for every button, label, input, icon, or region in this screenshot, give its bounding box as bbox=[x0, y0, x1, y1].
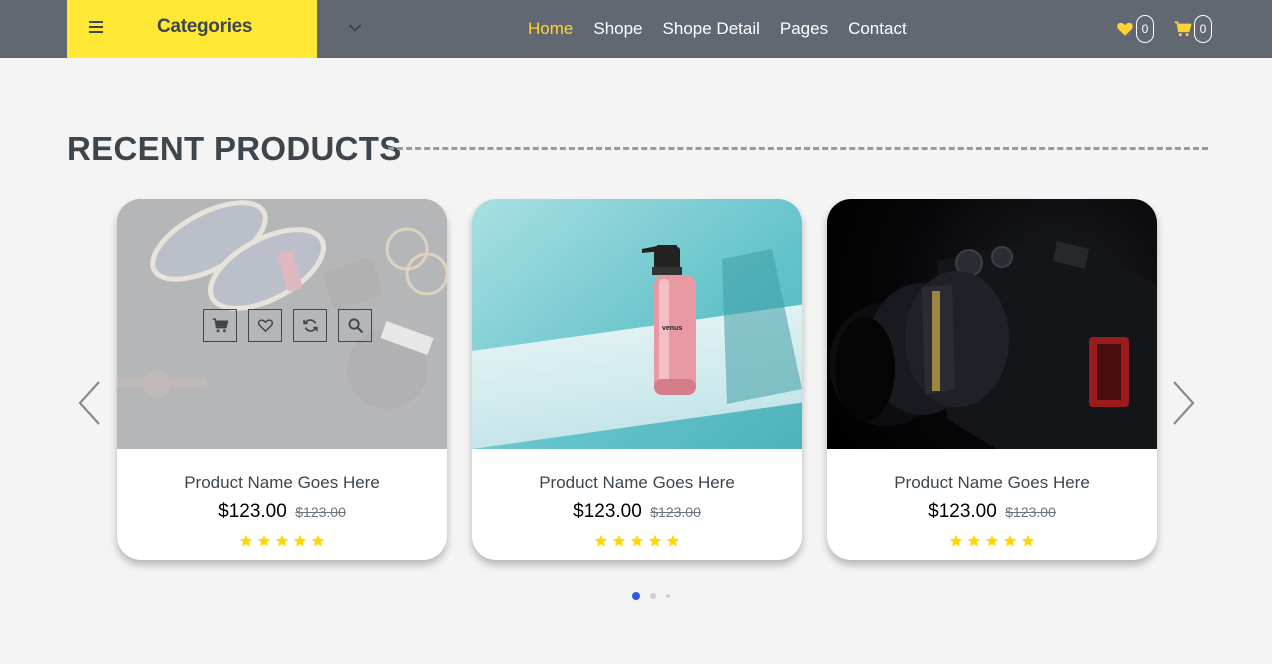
cart-button[interactable]: 0 bbox=[1174, 15, 1212, 43]
star-icon bbox=[1021, 534, 1035, 547]
star-icon bbox=[648, 534, 662, 547]
chevron-left-icon[interactable] bbox=[75, 378, 105, 428]
star-icon bbox=[594, 534, 608, 547]
cart-icon bbox=[1174, 21, 1192, 37]
star-icon bbox=[311, 534, 325, 547]
categories-dropdown[interactable]: Categories bbox=[67, 0, 361, 58]
star-icon bbox=[612, 534, 626, 547]
menu-icon bbox=[89, 21, 103, 35]
cart-icon bbox=[212, 318, 228, 333]
quick-view-button[interactable] bbox=[338, 309, 372, 342]
svg-text:venus: venus bbox=[662, 325, 682, 332]
rating-stars bbox=[827, 534, 1157, 553]
product-image[interactable]: venus bbox=[472, 199, 802, 449]
wishlist-button[interactable]: 0 bbox=[1116, 15, 1154, 43]
star-icon bbox=[666, 534, 680, 547]
nav-shop-detail-link[interactable]: Shope Detail bbox=[663, 19, 760, 39]
carousel-dot-3[interactable] bbox=[666, 594, 670, 598]
star-icon bbox=[949, 534, 963, 547]
section-title: RECENT PRODUCTS bbox=[67, 130, 402, 167]
rating-stars bbox=[472, 534, 802, 553]
product-price: $123.00 bbox=[573, 501, 642, 522]
compare-button[interactable] bbox=[293, 309, 327, 342]
heart-icon bbox=[257, 319, 273, 333]
carousel-dot-2[interactable] bbox=[650, 593, 656, 599]
rating-stars bbox=[117, 534, 447, 553]
product-old-price: $123.00 bbox=[295, 504, 346, 520]
product-info: Product Name Goes Here $123.00 $123.00 bbox=[472, 449, 802, 560]
nav-contact-link[interactable]: Contact bbox=[848, 19, 907, 39]
product-old-price: $123.00 bbox=[650, 504, 701, 520]
add-to-wishlist-button[interactable] bbox=[248, 309, 282, 342]
add-to-cart-button[interactable] bbox=[203, 309, 237, 342]
top-navbar: Categories Home Shope Shope Detail Pages… bbox=[0, 0, 1272, 58]
product-actions bbox=[203, 309, 383, 342]
star-icon bbox=[985, 534, 999, 547]
nav-shop-link[interactable]: Shope bbox=[593, 19, 642, 39]
star-icon bbox=[239, 534, 253, 547]
product-name[interactable]: Product Name Goes Here bbox=[827, 473, 1157, 493]
camera-image bbox=[829, 241, 1157, 449]
chevron-down-icon bbox=[349, 24, 361, 32]
chevron-right-icon[interactable] bbox=[1168, 378, 1198, 428]
carousel-pagination bbox=[632, 592, 680, 600]
price-row: $123.00 $123.00 bbox=[117, 501, 447, 523]
product-card[interactable]: venus Product Name Goes Here $123.00 $12… bbox=[472, 199, 802, 560]
star-icon bbox=[1003, 534, 1017, 547]
price-row: $123.00 $123.00 bbox=[472, 501, 802, 523]
heart-icon bbox=[1117, 22, 1133, 36]
product-card[interactable]: Product Name Goes Here $123.00 $123.00 bbox=[117, 199, 447, 560]
product-image[interactable] bbox=[117, 199, 447, 449]
title-divider bbox=[388, 147, 1208, 150]
product-card[interactable]: Product Name Goes Here $123.00 $123.00 bbox=[827, 199, 1157, 560]
nav-pages-link[interactable]: Pages bbox=[780, 19, 828, 39]
categories-label: Categories bbox=[157, 16, 253, 37]
product-image[interactable] bbox=[827, 199, 1157, 449]
wishlist-count-badge: 0 bbox=[1136, 15, 1154, 43]
star-icon bbox=[630, 534, 644, 547]
refresh-icon bbox=[302, 319, 318, 332]
product-info: Product Name Goes Here $123.00 $123.00 bbox=[827, 449, 1157, 560]
product-price: $123.00 bbox=[218, 501, 287, 522]
carousel-dot-1[interactable] bbox=[632, 592, 640, 600]
product-info: Product Name Goes Here $123.00 $123.00 bbox=[117, 449, 447, 560]
product-name[interactable]: Product Name Goes Here bbox=[472, 473, 802, 493]
bottle-image: venus bbox=[642, 245, 802, 404]
product-name[interactable]: Product Name Goes Here bbox=[117, 473, 447, 493]
star-icon bbox=[293, 534, 307, 547]
product-price: $123.00 bbox=[928, 501, 997, 522]
price-row: $123.00 $123.00 bbox=[827, 501, 1157, 523]
product-old-price: $123.00 bbox=[1005, 504, 1056, 520]
cart-count-badge: 0 bbox=[1194, 15, 1212, 43]
header-icons: 0 0 bbox=[1102, 0, 1212, 58]
star-icon bbox=[967, 534, 981, 547]
star-icon bbox=[275, 534, 289, 547]
nav-home-link[interactable]: Home bbox=[528, 19, 573, 39]
search-icon bbox=[348, 318, 363, 333]
main-nav: Home Shope Shope Detail Pages Contact bbox=[518, 0, 917, 58]
star-icon bbox=[257, 534, 271, 547]
